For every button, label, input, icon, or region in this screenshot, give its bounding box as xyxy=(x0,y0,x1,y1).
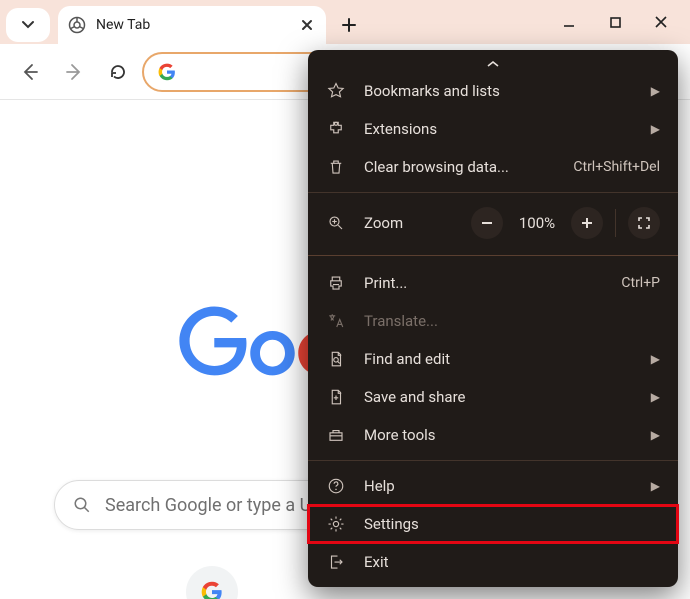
menu-label: Find and edit xyxy=(364,350,633,368)
close-window-button[interactable] xyxy=(638,0,684,44)
close-icon xyxy=(301,19,313,31)
zoom-value: 100% xyxy=(513,214,561,232)
help-icon xyxy=(326,476,346,496)
chevron-right-icon: ▶ xyxy=(651,390,660,404)
search-icon xyxy=(73,496,91,514)
tab-title: New Tab xyxy=(96,17,288,33)
minimize-icon xyxy=(562,15,576,29)
chrome-icon xyxy=(68,16,86,34)
window-controls xyxy=(546,0,684,44)
translate-icon xyxy=(326,311,346,331)
magnify-icon xyxy=(326,213,346,233)
back-button[interactable] xyxy=(10,52,50,92)
document-search-icon xyxy=(326,349,346,369)
arrow-left-icon xyxy=(20,62,40,82)
menu-label: Extensions xyxy=(364,120,633,138)
menu-separator xyxy=(308,255,678,256)
menu-exit[interactable]: Exit xyxy=(308,543,678,581)
menu-extensions[interactable]: Extensions ▶ xyxy=(308,110,678,148)
tab-active[interactable]: New Tab xyxy=(58,6,326,44)
caret-up-icon xyxy=(487,60,499,68)
menu-collapse-caret[interactable] xyxy=(308,56,678,72)
menu-separator xyxy=(308,192,678,193)
toolbox-icon xyxy=(326,425,346,445)
menu-label: Exit xyxy=(364,553,660,571)
menu-zoom: Zoom 100% xyxy=(308,199,678,247)
menu-label: Clear browsing data... xyxy=(364,158,555,176)
chevron-right-icon: ▶ xyxy=(651,84,660,98)
zoom-in-button[interactable] xyxy=(571,207,603,239)
menu-label: Bookmarks and lists xyxy=(364,82,633,100)
maximize-icon xyxy=(609,16,622,29)
reload-button[interactable] xyxy=(98,52,138,92)
search-placeholder: Search Google or type a URL xyxy=(105,495,332,516)
tab-strip: New Tab xyxy=(0,0,690,44)
exit-icon xyxy=(326,552,346,572)
chevron-down-icon xyxy=(21,18,35,32)
menu-accelerator: Ctrl+Shift+Del xyxy=(573,159,660,175)
menu-label: More tools xyxy=(364,426,633,444)
menu-label: Save and share xyxy=(364,388,633,406)
print-icon xyxy=(326,273,346,293)
gear-icon xyxy=(326,514,346,534)
menu-settings[interactable]: Settings xyxy=(308,505,678,543)
shortcut-tile[interactable] xyxy=(186,566,238,599)
chevron-right-icon: ▶ xyxy=(651,479,660,493)
new-tab-button[interactable] xyxy=(332,8,366,42)
puzzle-icon xyxy=(326,119,346,139)
menu-translate[interactable]: Translate... xyxy=(308,302,678,340)
zoom-label: Zoom xyxy=(364,214,453,232)
maximize-button[interactable] xyxy=(592,0,638,44)
document-plus-icon xyxy=(326,387,346,407)
menu-more-tools[interactable]: More tools ▶ xyxy=(308,416,678,454)
star-icon xyxy=(326,81,346,101)
chevron-right-icon: ▶ xyxy=(651,122,660,136)
forward-button[interactable] xyxy=(54,52,94,92)
google-g-icon xyxy=(201,581,223,599)
menu-find-and-edit[interactable]: Find and edit ▶ xyxy=(308,340,678,378)
menu-print[interactable]: Print... Ctrl+P xyxy=(308,264,678,302)
menu-bookmarks[interactable]: Bookmarks and lists ▶ xyxy=(308,72,678,110)
plus-icon xyxy=(580,216,594,230)
arrow-right-icon xyxy=(64,62,84,82)
overflow-menu: Bookmarks and lists ▶ Extensions ▶ Clear… xyxy=(308,50,678,587)
tab-close-button[interactable] xyxy=(298,16,316,34)
menu-help[interactable]: Help ▶ xyxy=(308,467,678,505)
plus-icon xyxy=(341,17,357,33)
menu-label: Settings xyxy=(364,515,660,533)
google-g-icon xyxy=(158,63,176,81)
menu-separator xyxy=(308,460,678,461)
menu-label: Help xyxy=(364,477,633,495)
fullscreen-button[interactable] xyxy=(628,207,660,239)
tab-search-button[interactable] xyxy=(6,8,50,42)
menu-save-and-share[interactable]: Save and share ▶ xyxy=(308,378,678,416)
fullscreen-icon xyxy=(637,216,651,230)
menu-accelerator: Ctrl+P xyxy=(621,275,660,291)
chevron-right-icon: ▶ xyxy=(651,352,660,366)
chevron-right-icon: ▶ xyxy=(651,428,660,442)
menu-clear-browsing-data[interactable]: Clear browsing data... Ctrl+Shift+Del xyxy=(308,148,678,186)
refresh-icon xyxy=(108,62,128,82)
zoom-out-button[interactable] xyxy=(471,207,503,239)
menu-label: Translate... xyxy=(364,312,660,330)
minimize-button[interactable] xyxy=(546,0,592,44)
menu-separator xyxy=(615,209,616,237)
trash-icon xyxy=(326,157,346,177)
menu-label: Print... xyxy=(364,274,603,292)
close-icon xyxy=(654,15,668,29)
minus-icon xyxy=(480,216,494,230)
